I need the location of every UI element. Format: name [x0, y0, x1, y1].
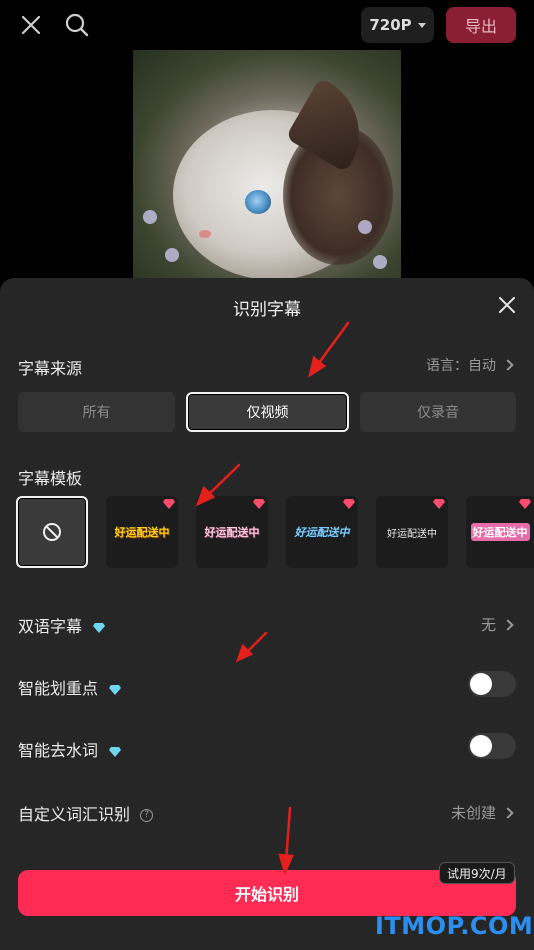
chevron-right-icon	[502, 806, 514, 819]
template-text: 好运配送中	[114, 526, 170, 539]
template-text: 好运配送中	[387, 528, 437, 540]
resolution-label: 720P	[369, 16, 412, 34]
filler-removal-row: 智能去水词	[18, 737, 122, 761]
template-item[interactable]: 好运配送中	[376, 496, 448, 568]
subtitle-template-label: 字幕模板	[18, 469, 83, 488]
language-selector[interactable]: 语言：自动	[426, 355, 514, 375]
chevron-right-icon	[502, 618, 514, 631]
flower	[358, 220, 372, 234]
sheet-close-icon[interactable]	[492, 290, 522, 320]
flower	[373, 255, 387, 269]
chevron-right-icon	[502, 359, 514, 371]
toggle-knob	[470, 735, 492, 757]
subtitle-source-label: 字幕来源	[18, 359, 83, 378]
toggle-knob	[470, 673, 492, 695]
smart-highlight-toggle[interactable]	[468, 671, 516, 697]
gem-icon	[343, 499, 355, 509]
video-preview	[133, 50, 401, 280]
template-text: 好运配送中	[204, 526, 260, 539]
bilingual-subtitles-row[interactable]: 双语字幕	[18, 613, 106, 637]
trial-count-badge: 试用9次/月	[439, 862, 515, 884]
custom-vocab-value[interactable]: 未创建	[450, 802, 514, 823]
template-item[interactable]: 好运配送中	[286, 496, 358, 568]
custom-vocab-value-text: 未创建	[450, 804, 496, 822]
source-option-audio-only[interactable]: 仅录音	[360, 392, 516, 432]
watermark: ITMOP.COM	[375, 912, 534, 940]
template-text: 好运配送中	[294, 526, 350, 539]
custom-vocab-label: 自定义词汇识别	[18, 805, 131, 824]
custom-vocab-row[interactable]: 自定义词汇识别 ?	[18, 801, 154, 825]
caret-down-icon	[417, 22, 426, 28]
bilingual-value-text: 无	[480, 616, 496, 634]
language-label: 语言：自动	[426, 358, 496, 374]
help-icon[interactable]: ?	[140, 809, 154, 822]
filler-removal-toggle[interactable]	[468, 733, 516, 759]
bilingual-label: 双语字幕	[18, 617, 83, 636]
resolution-dropdown[interactable]: 720P	[361, 7, 434, 43]
no-template-icon	[43, 523, 61, 541]
filler-removal-label: 智能去水词	[18, 741, 99, 760]
sheet-title: 识别字幕	[233, 300, 301, 320]
diamond-icon	[109, 684, 122, 695]
cat-nose	[199, 230, 211, 238]
flower	[165, 248, 179, 262]
top-bar: 720P 导出	[0, 0, 534, 50]
smart-highlight-label: 智能划重点	[18, 679, 99, 698]
gem-icon	[253, 499, 265, 509]
diamond-icon	[109, 746, 122, 757]
close-icon[interactable]	[14, 8, 48, 42]
diamond-icon	[93, 622, 106, 633]
flower	[143, 210, 157, 224]
export-button[interactable]: 导出	[446, 7, 516, 43]
template-none[interactable]	[16, 496, 88, 568]
gem-icon	[433, 499, 445, 509]
smart-highlight-row: 智能划重点	[18, 675, 122, 699]
gem-icon	[163, 499, 175, 509]
gem-icon	[519, 499, 531, 509]
source-option-video-only[interactable]: 仅视频	[186, 392, 349, 432]
template-item[interactable]: 好运配送中	[106, 496, 178, 568]
cat-eye	[245, 190, 271, 214]
template-text: 好运配送中	[470, 523, 530, 541]
source-option-all[interactable]: 所有	[18, 392, 175, 432]
template-item[interactable]: 好运配送中	[466, 496, 534, 568]
recognize-subtitles-sheet: 识别字幕 字幕来源 语言：自动 所有 仅视频 仅录音 字幕模板 好运配送中 好运…	[0, 278, 534, 950]
template-item[interactable]: 好运配送中	[196, 496, 268, 568]
search-icon[interactable]	[60, 8, 94, 42]
bilingual-value[interactable]: 无	[480, 614, 514, 635]
